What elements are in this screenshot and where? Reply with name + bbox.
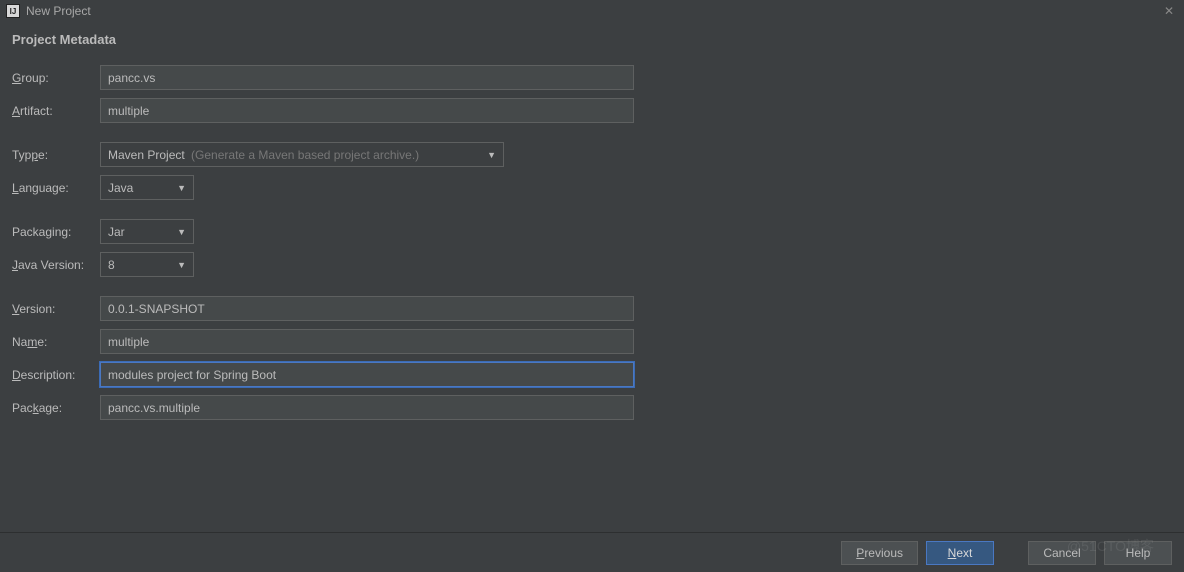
version-input[interactable] xyxy=(100,296,634,321)
artifact-input[interactable] xyxy=(100,98,634,123)
type-dropdown[interactable]: Maven Project (Generate a Maven based pr… xyxy=(100,142,504,167)
help-button[interactable]: Help xyxy=(1104,541,1172,565)
cancel-button[interactable]: Cancel xyxy=(1028,541,1096,565)
description-input[interactable] xyxy=(100,362,634,387)
description-label: Description: xyxy=(12,368,100,382)
package-label: Package: xyxy=(12,401,100,415)
language-label: Language: xyxy=(12,181,100,195)
name-input[interactable] xyxy=(100,329,634,354)
packaging-dropdown[interactable]: Jar ▼ xyxy=(100,219,194,244)
package-input[interactable] xyxy=(100,395,634,420)
next-button[interactable]: Next xyxy=(926,541,994,565)
name-label: Name: xyxy=(12,335,100,349)
chevron-down-icon: ▼ xyxy=(487,150,496,160)
group-label: Group: xyxy=(12,71,100,85)
dialog-footer: Previous Next Cancel Help xyxy=(0,532,1184,572)
java-version-label: Java Version: xyxy=(12,258,100,272)
group-input[interactable] xyxy=(100,65,634,90)
java-version-dropdown[interactable]: 8 ▼ xyxy=(100,252,194,277)
chevron-down-icon: ▼ xyxy=(177,183,186,193)
packaging-label: Packaging: xyxy=(12,225,100,239)
previous-button[interactable]: Previous xyxy=(841,541,918,565)
artifact-label: Artifact: xyxy=(12,104,100,118)
dialog-content: Project Metadata Group: Artifact: Typpe:… xyxy=(0,22,1184,420)
language-dropdown[interactable]: Java ▼ xyxy=(100,175,194,200)
app-icon: IJ xyxy=(6,4,20,18)
section-title: Project Metadata xyxy=(12,32,1172,47)
chevron-down-icon: ▼ xyxy=(177,260,186,270)
version-label: Version: xyxy=(12,302,100,316)
title-bar: IJ New Project ✕ xyxy=(0,0,1184,22)
close-icon[interactable]: ✕ xyxy=(1164,4,1174,18)
window-title: New Project xyxy=(26,4,91,18)
type-label: Typpe: xyxy=(12,148,100,162)
chevron-down-icon: ▼ xyxy=(177,227,186,237)
